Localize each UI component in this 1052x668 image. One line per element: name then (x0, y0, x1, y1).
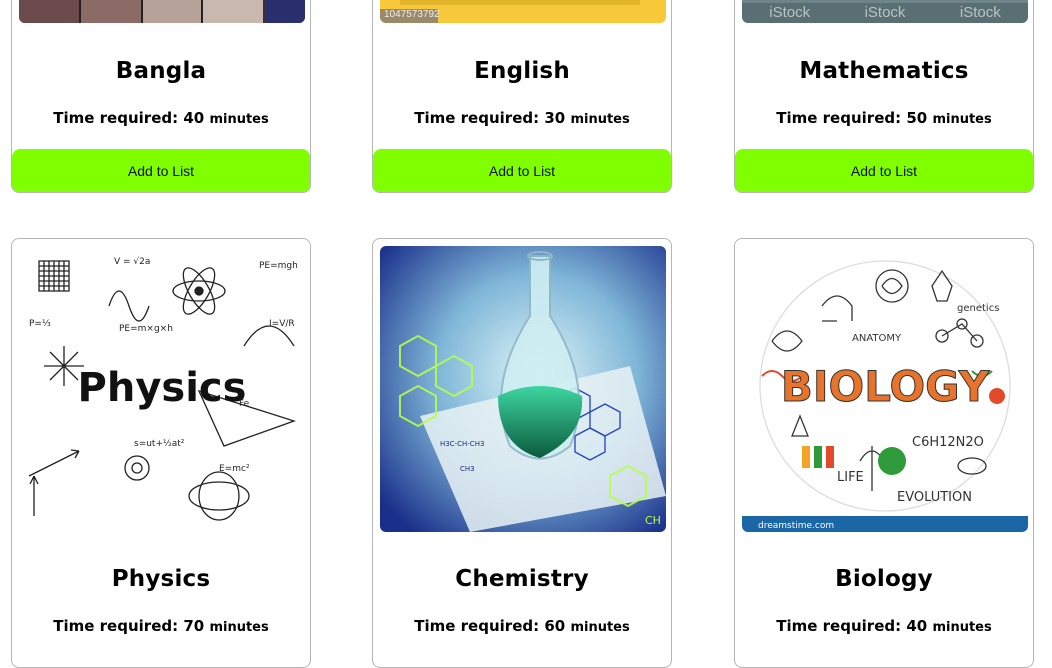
svg-text:PE=mgh: PE=mgh (259, 261, 298, 271)
card-title: Physics (111, 566, 211, 592)
time-required: Time required: 30 minutes (373, 109, 671, 127)
time-required: Time required: 50 minutes (735, 109, 1033, 127)
time-value: 60 (544, 617, 566, 635)
watermark-text: iStock iStock iStock (769, 4, 1001, 21)
svg-text:C6H12N2O: C6H12N2O (912, 435, 984, 450)
subject-card-bangla: Bangla Time required: 40 minutes Add to … (11, 0, 311, 193)
image-footer-text: dreamstime.com (758, 521, 834, 531)
time-unit: minutes (932, 112, 992, 127)
time-label: Time required: (776, 617, 902, 635)
time-required: Time required: 40 minutes (12, 109, 310, 127)
card-title: Chemistry (455, 566, 589, 592)
time-required: Time required: 60 minutes (373, 617, 671, 635)
time-value: 50 (906, 109, 928, 127)
image-id-text: 1047573792 (384, 9, 440, 20)
card-title: English (474, 58, 570, 84)
add-to-list-button[interactable]: Add to List (735, 149, 1033, 192)
svg-text:I=V/R: I=V/R (269, 319, 295, 329)
subject-card-biology: BIOLOGY C6H12N2O LIFE EVOLUTION ANATOMY … (734, 238, 1034, 668)
svg-text:EVOLUTION: EVOLUTION (897, 490, 972, 505)
svg-text:ANATOMY: ANATOMY (852, 333, 902, 344)
svg-text:s=ut+½at²: s=ut+½at² (134, 439, 185, 449)
card-title: Mathematics (799, 58, 969, 84)
svg-text:P=⅓: P=⅓ (29, 319, 51, 329)
physics-image: V = √2a PE=mgh PE=m×g×h s=ut+½at² Fe E=m… (19, 246, 305, 532)
svg-text:LIFE: LIFE (837, 470, 864, 485)
card-title: Bangla (115, 58, 207, 84)
add-to-list-button[interactable]: Add to List (373, 149, 671, 192)
add-to-list-button[interactable]: Add to List (12, 149, 310, 192)
time-required: Time required: 70 minutes (12, 617, 310, 635)
time-unit: minutes (570, 112, 630, 127)
time-value: 40 (906, 617, 928, 635)
time-value: 30 (544, 109, 566, 127)
physics-word: Physics (78, 365, 247, 411)
svg-text:CH3: CH3 (460, 465, 475, 473)
subject-card-english: 1047573792 English Time required: 30 min… (372, 0, 672, 193)
subject-card-mathematics: iStock iStock iStock Mathematics Time re… (734, 0, 1034, 193)
time-unit: minutes (209, 620, 269, 635)
time-unit: minutes (570, 620, 630, 635)
svg-text:PE=m×g×h: PE=m×g×h (119, 324, 173, 334)
subject-card-physics: V = √2a PE=mgh PE=m×g×h s=ut+½at² Fe E=m… (11, 238, 311, 668)
time-label: Time required: (776, 109, 902, 127)
english-image: 1047573792 (380, 0, 666, 23)
time-unit: minutes (209, 112, 269, 127)
time-required: Time required: 40 minutes (735, 617, 1033, 635)
mathematics-image: iStock iStock iStock (742, 0, 1028, 23)
time-label: Time required: (414, 617, 540, 635)
chemistry-image: H3C-CH-CH3 CH3 CH (380, 246, 666, 532)
subject-card-chemistry: H3C-CH-CH3 CH3 CH Chemistry Time require… (372, 238, 672, 668)
biology-image: BIOLOGY C6H12N2O LIFE EVOLUTION ANATOMY … (742, 246, 1028, 532)
svg-text:genetics: genetics (957, 303, 999, 314)
card-title: Biology (835, 566, 933, 592)
svg-text:CH: CH (645, 514, 661, 527)
biology-word: BIOLOGY (781, 362, 990, 411)
time-label: Time required: (53, 109, 179, 127)
svg-text:E=mc²: E=mc² (219, 464, 250, 474)
svg-text:V = √2a: V = √2a (114, 256, 150, 267)
time-value: 40 (183, 109, 205, 127)
time-value: 70 (183, 617, 205, 635)
time-label: Time required: (53, 617, 179, 635)
svg-text:H3C-CH-CH3: H3C-CH-CH3 (440, 440, 484, 448)
bangla-image (19, 0, 305, 23)
time-unit: minutes (932, 620, 992, 635)
time-label: Time required: (414, 109, 540, 127)
